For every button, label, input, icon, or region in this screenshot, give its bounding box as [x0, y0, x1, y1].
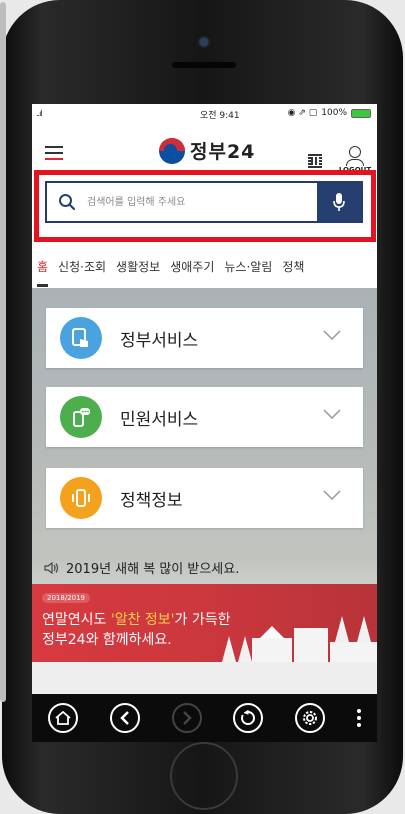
notice-bar[interactable]: 2019년 새해 복 많이 받으세요.: [44, 558, 239, 577]
phone-vibrate-icon: [60, 477, 102, 519]
banner-highlight: '알찬 정보': [110, 612, 175, 628]
banner-line-2: 정부24와 함께하세요.: [42, 632, 172, 648]
tab-policy[interactable]: 정책: [277, 252, 309, 288]
phone-side-edge: [0, 2, 6, 702]
gov-service-card[interactable]: 정부서비스: [46, 308, 363, 368]
status-bar: ..ıl 오전 9:41 ◉ ⇗ ▢ 100%: [32, 104, 377, 124]
front-camera: [200, 38, 208, 46]
promo-banner[interactable]: 2018/2019 연말연시도 '알찬 정보'가 가득한 정부24와 함께하세요…: [32, 584, 377, 662]
civil-service-card[interactable]: 민원서비스: [46, 387, 363, 447]
qr-code-icon[interactable]: [308, 154, 322, 168]
more-icon[interactable]: [357, 709, 362, 727]
policy-info-label: 정책정보: [120, 490, 183, 511]
year-badge: 2018/2019: [42, 593, 90, 603]
category-tabs: 홈 신청·조회 생활정보 생애주기 뉴스·알림 정책: [32, 252, 377, 288]
taegeuk-icon: [159, 137, 185, 164]
tab-news[interactable]: 뉴스·알림: [219, 252, 277, 288]
tab-life-info[interactable]: 생활정보: [111, 252, 165, 288]
civil-service-label: 민원서비스: [120, 409, 199, 430]
back-icon[interactable]: [109, 703, 140, 733]
chevron-down-icon[interactable]: [323, 490, 341, 500]
gov-service-label: 정부서비스: [120, 330, 199, 351]
policy-info-card[interactable]: 정책정보: [46, 468, 363, 528]
banner-line-1: 연말연시도 '알찬 정보'가 가득한: [42, 612, 231, 628]
status-icons: ◉ ⇗ ▢: [287, 108, 318, 118]
main-content: 정부서비스 민원서비스 정책정보 2019년 새해 복 많이 받으세요. 201…: [32, 288, 377, 742]
tablet-touch-icon: [60, 317, 102, 359]
battery-percent: 100%: [321, 108, 347, 118]
logo[interactable]: 정부24: [159, 137, 255, 164]
tab-life-cycle[interactable]: 생애주기: [165, 252, 219, 288]
logo-text: 정부24: [190, 141, 256, 163]
refresh-icon[interactable]: [233, 703, 264, 733]
menu-icon[interactable]: [45, 146, 63, 160]
home-icon[interactable]: [47, 703, 78, 733]
earpiece-speaker: [172, 62, 236, 68]
browser-toolbar: [32, 694, 377, 742]
phone-frame: ..ıl 오전 9:41 ◉ ⇗ ▢ 100% 정부24 LOGOUT 검색어를…: [0, 0, 403, 814]
app-header: 정부24 LOGOUT: [32, 124, 377, 176]
tab-home[interactable]: 홈: [32, 252, 53, 288]
battery-icon: [351, 108, 371, 118]
chevron-down-icon[interactable]: [323, 330, 341, 340]
user-icon: [349, 146, 361, 158]
home-button[interactable]: [170, 742, 238, 810]
settings-icon[interactable]: [295, 703, 326, 733]
tab-apply-inquiry[interactable]: 신청·조회: [53, 252, 111, 288]
signal-icon: ..ıl: [36, 109, 42, 118]
status-time: 오전 9:41: [200, 111, 240, 121]
notice-text: 2019년 새해 복 많이 받으세요.: [66, 562, 240, 577]
chevron-down-icon[interactable]: [323, 409, 341, 419]
forward-icon[interactable]: [171, 703, 202, 733]
phone-chat-icon: [60, 396, 102, 438]
search-highlight-box: [34, 170, 376, 242]
speaker-icon: [44, 561, 59, 574]
